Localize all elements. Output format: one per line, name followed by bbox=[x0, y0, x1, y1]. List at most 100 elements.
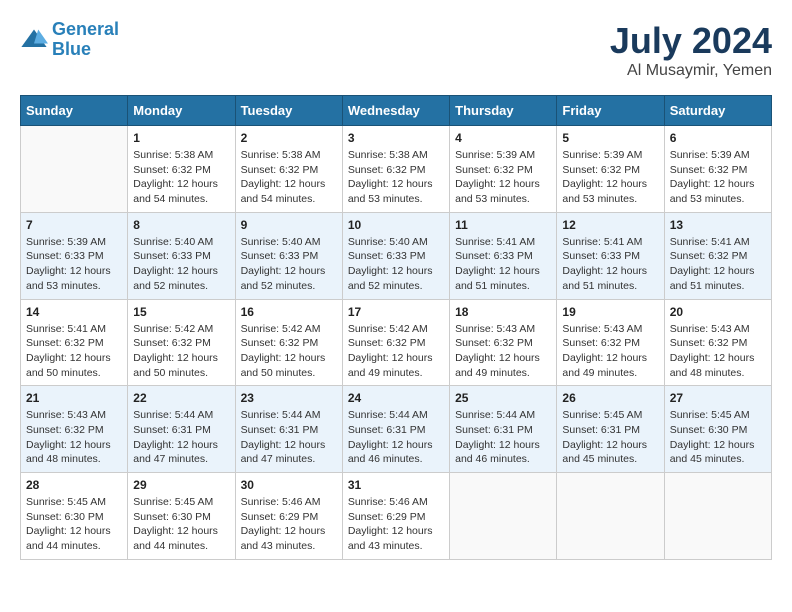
day-number: 14 bbox=[26, 305, 122, 319]
header-cell-thursday: Thursday bbox=[450, 96, 557, 126]
day-number: 4 bbox=[455, 131, 551, 145]
day-cell: 15 Sunrise: 5:42 AMSunset: 6:32 PMDayligh… bbox=[128, 299, 235, 386]
subtitle: Al Musaymir, Yemen bbox=[610, 62, 772, 80]
day-cell: 1Sunrise: 5:38 AMSunset: 6:32 PMDaylight… bbox=[128, 126, 235, 213]
day-info: Sunrise: 5:39 AMSunset: 6:32 PMDaylight:… bbox=[562, 148, 658, 207]
day-cell: 12 Sunrise: 5:41 AMSunset: 6:33 PMDayligh… bbox=[557, 212, 664, 299]
day-info: Sunrise: 5:44 AMSunset: 6:31 PMDaylight:… bbox=[455, 408, 551, 467]
day-number: 1 bbox=[133, 131, 229, 145]
day-info: Sunrise: 5:41 AMSunset: 6:32 PMDaylight:… bbox=[670, 235, 766, 294]
header-cell-friday: Friday bbox=[557, 96, 664, 126]
day-info: Sunrise: 5:43 AMSunset: 6:32 PMDaylight:… bbox=[26, 408, 122, 467]
day-info: Sunrise: 5:45 AMSunset: 6:30 PMDaylight:… bbox=[670, 408, 766, 467]
day-info: Sunrise: 5:39 AMSunset: 6:32 PMDaylight:… bbox=[670, 148, 766, 207]
day-info: Sunrise: 5:44 AMSunset: 6:31 PMDaylight:… bbox=[241, 408, 337, 467]
day-info: Sunrise: 5:41 AMSunset: 6:32 PMDaylight:… bbox=[26, 322, 122, 381]
header: General Blue July 2024 Al Musaymir, Yeme… bbox=[20, 20, 772, 80]
day-cell: 5 Sunrise: 5:39 AMSunset: 6:32 PMDaylight… bbox=[557, 126, 664, 213]
day-number: 19 bbox=[562, 305, 658, 319]
day-number: 10 bbox=[348, 218, 444, 232]
day-number: 28 bbox=[26, 478, 122, 492]
day-info: Sunrise: 5:45 AMSunset: 6:30 PMDaylight:… bbox=[133, 495, 229, 554]
logo-text: General Blue bbox=[52, 20, 119, 60]
day-info: Sunrise: 5:38 AMSunset: 6:32 PMDaylight:… bbox=[348, 148, 444, 207]
day-cell: 3 Sunrise: 5:38 AMSunset: 6:32 PMDaylight… bbox=[342, 126, 449, 213]
day-number: 2 bbox=[241, 131, 337, 145]
day-number: 13 bbox=[670, 218, 766, 232]
day-cell: 11 Sunrise: 5:41 AMSunset: 6:33 PMDayligh… bbox=[450, 212, 557, 299]
day-info: Sunrise: 5:40 AMSunset: 6:33 PMDaylight:… bbox=[348, 235, 444, 294]
day-cell: 7 Sunrise: 5:39 AMSunset: 6:33 PMDaylight… bbox=[21, 212, 128, 299]
day-cell: 8 Sunrise: 5:40 AMSunset: 6:33 PMDaylight… bbox=[128, 212, 235, 299]
day-number: 3 bbox=[348, 131, 444, 145]
day-number: 27 bbox=[670, 391, 766, 405]
header-cell-sunday: Sunday bbox=[21, 96, 128, 126]
day-number: 24 bbox=[348, 391, 444, 405]
day-number: 9 bbox=[241, 218, 337, 232]
header-cell-tuesday: Tuesday bbox=[235, 96, 342, 126]
day-info: Sunrise: 5:43 AMSunset: 6:32 PMDaylight:… bbox=[455, 322, 551, 381]
header-cell-wednesday: Wednesday bbox=[342, 96, 449, 126]
day-number: 17 bbox=[348, 305, 444, 319]
logo: General Blue bbox=[20, 20, 119, 60]
header-cell-monday: Monday bbox=[128, 96, 235, 126]
day-info: Sunrise: 5:42 AMSunset: 6:32 PMDaylight:… bbox=[348, 322, 444, 381]
day-info: Sunrise: 5:41 AMSunset: 6:33 PMDaylight:… bbox=[455, 235, 551, 294]
day-number: 22 bbox=[133, 391, 229, 405]
day-number: 7 bbox=[26, 218, 122, 232]
day-info: Sunrise: 5:42 AMSunset: 6:32 PMDaylight:… bbox=[133, 322, 229, 381]
day-cell bbox=[450, 473, 557, 560]
logo-icon bbox=[20, 26, 48, 54]
day-number: 23 bbox=[241, 391, 337, 405]
week-row-5: 28 Sunrise: 5:45 AMSunset: 6:30 PMDayligh… bbox=[21, 473, 772, 560]
day-cell: 23 Sunrise: 5:44 AMSunset: 6:31 PMDayligh… bbox=[235, 386, 342, 473]
day-number: 8 bbox=[133, 218, 229, 232]
day-cell: 10 Sunrise: 5:40 AMSunset: 6:33 PMDayligh… bbox=[342, 212, 449, 299]
day-cell: 28 Sunrise: 5:45 AMSunset: 6:30 PMDayligh… bbox=[21, 473, 128, 560]
day-cell: 14 Sunrise: 5:41 AMSunset: 6:32 PMDayligh… bbox=[21, 299, 128, 386]
day-info: Sunrise: 5:46 AMSunset: 6:29 PMDaylight:… bbox=[348, 495, 444, 554]
week-row-4: 21Sunrise: 5:43 AMSunset: 6:32 PMDayligh… bbox=[21, 386, 772, 473]
day-number: 26 bbox=[562, 391, 658, 405]
day-number: 25 bbox=[455, 391, 551, 405]
day-cell: 19 Sunrise: 5:43 AMSunset: 6:32 PMDayligh… bbox=[557, 299, 664, 386]
day-cell: 9Sunrise: 5:40 AMSunset: 6:33 PMDaylight… bbox=[235, 212, 342, 299]
day-cell: 29 Sunrise: 5:45 AMSunset: 6:30 PMDayligh… bbox=[128, 473, 235, 560]
day-cell: 16Sunrise: 5:42 AMSunset: 6:32 PMDayligh… bbox=[235, 299, 342, 386]
day-cell: 30Sunrise: 5:46 AMSunset: 6:29 PMDayligh… bbox=[235, 473, 342, 560]
day-number: 6 bbox=[670, 131, 766, 145]
day-cell: 21Sunrise: 5:43 AMSunset: 6:32 PMDayligh… bbox=[21, 386, 128, 473]
day-cell: 17 Sunrise: 5:42 AMSunset: 6:32 PMDayligh… bbox=[342, 299, 449, 386]
day-cell bbox=[664, 473, 771, 560]
day-number: 30 bbox=[241, 478, 337, 492]
title-area: July 2024 Al Musaymir, Yemen bbox=[610, 20, 772, 80]
day-number: 11 bbox=[455, 218, 551, 232]
day-info: Sunrise: 5:39 AMSunset: 6:32 PMDaylight:… bbox=[455, 148, 551, 207]
day-info: Sunrise: 5:38 AMSunset: 6:32 PMDaylight:… bbox=[241, 148, 337, 207]
day-number: 29 bbox=[133, 478, 229, 492]
day-number: 5 bbox=[562, 131, 658, 145]
week-row-2: 7 Sunrise: 5:39 AMSunset: 6:33 PMDaylight… bbox=[21, 212, 772, 299]
day-number: 18 bbox=[455, 305, 551, 319]
day-info: Sunrise: 5:40 AMSunset: 6:33 PMDaylight:… bbox=[133, 235, 229, 294]
day-info: Sunrise: 5:41 AMSunset: 6:33 PMDaylight:… bbox=[562, 235, 658, 294]
day-cell: 20 Sunrise: 5:43 AMSunset: 6:32 PMDayligh… bbox=[664, 299, 771, 386]
day-info: Sunrise: 5:44 AMSunset: 6:31 PMDaylight:… bbox=[348, 408, 444, 467]
day-number: 12 bbox=[562, 218, 658, 232]
main-title: July 2024 bbox=[610, 20, 772, 62]
day-number: 15 bbox=[133, 305, 229, 319]
day-info: Sunrise: 5:44 AMSunset: 6:31 PMDaylight:… bbox=[133, 408, 229, 467]
day-cell: 2 Sunrise: 5:38 AMSunset: 6:32 PMDaylight… bbox=[235, 126, 342, 213]
day-info: Sunrise: 5:43 AMSunset: 6:32 PMDaylight:… bbox=[562, 322, 658, 381]
day-info: Sunrise: 5:43 AMSunset: 6:32 PMDaylight:… bbox=[670, 322, 766, 381]
day-cell bbox=[21, 126, 128, 213]
day-number: 31 bbox=[348, 478, 444, 492]
day-info: Sunrise: 5:45 AMSunset: 6:30 PMDaylight:… bbox=[26, 495, 122, 554]
day-cell: 24 Sunrise: 5:44 AMSunset: 6:31 PMDayligh… bbox=[342, 386, 449, 473]
day-cell: 22 Sunrise: 5:44 AMSunset: 6:31 PMDayligh… bbox=[128, 386, 235, 473]
day-cell: 27 Sunrise: 5:45 AMSunset: 6:30 PMDayligh… bbox=[664, 386, 771, 473]
header-row: SundayMondayTuesdayWednesdayThursdayFrid… bbox=[21, 96, 772, 126]
day-cell: 18 Sunrise: 5:43 AMSunset: 6:32 PMDayligh… bbox=[450, 299, 557, 386]
day-info: Sunrise: 5:39 AMSunset: 6:33 PMDaylight:… bbox=[26, 235, 122, 294]
day-number: 20 bbox=[670, 305, 766, 319]
